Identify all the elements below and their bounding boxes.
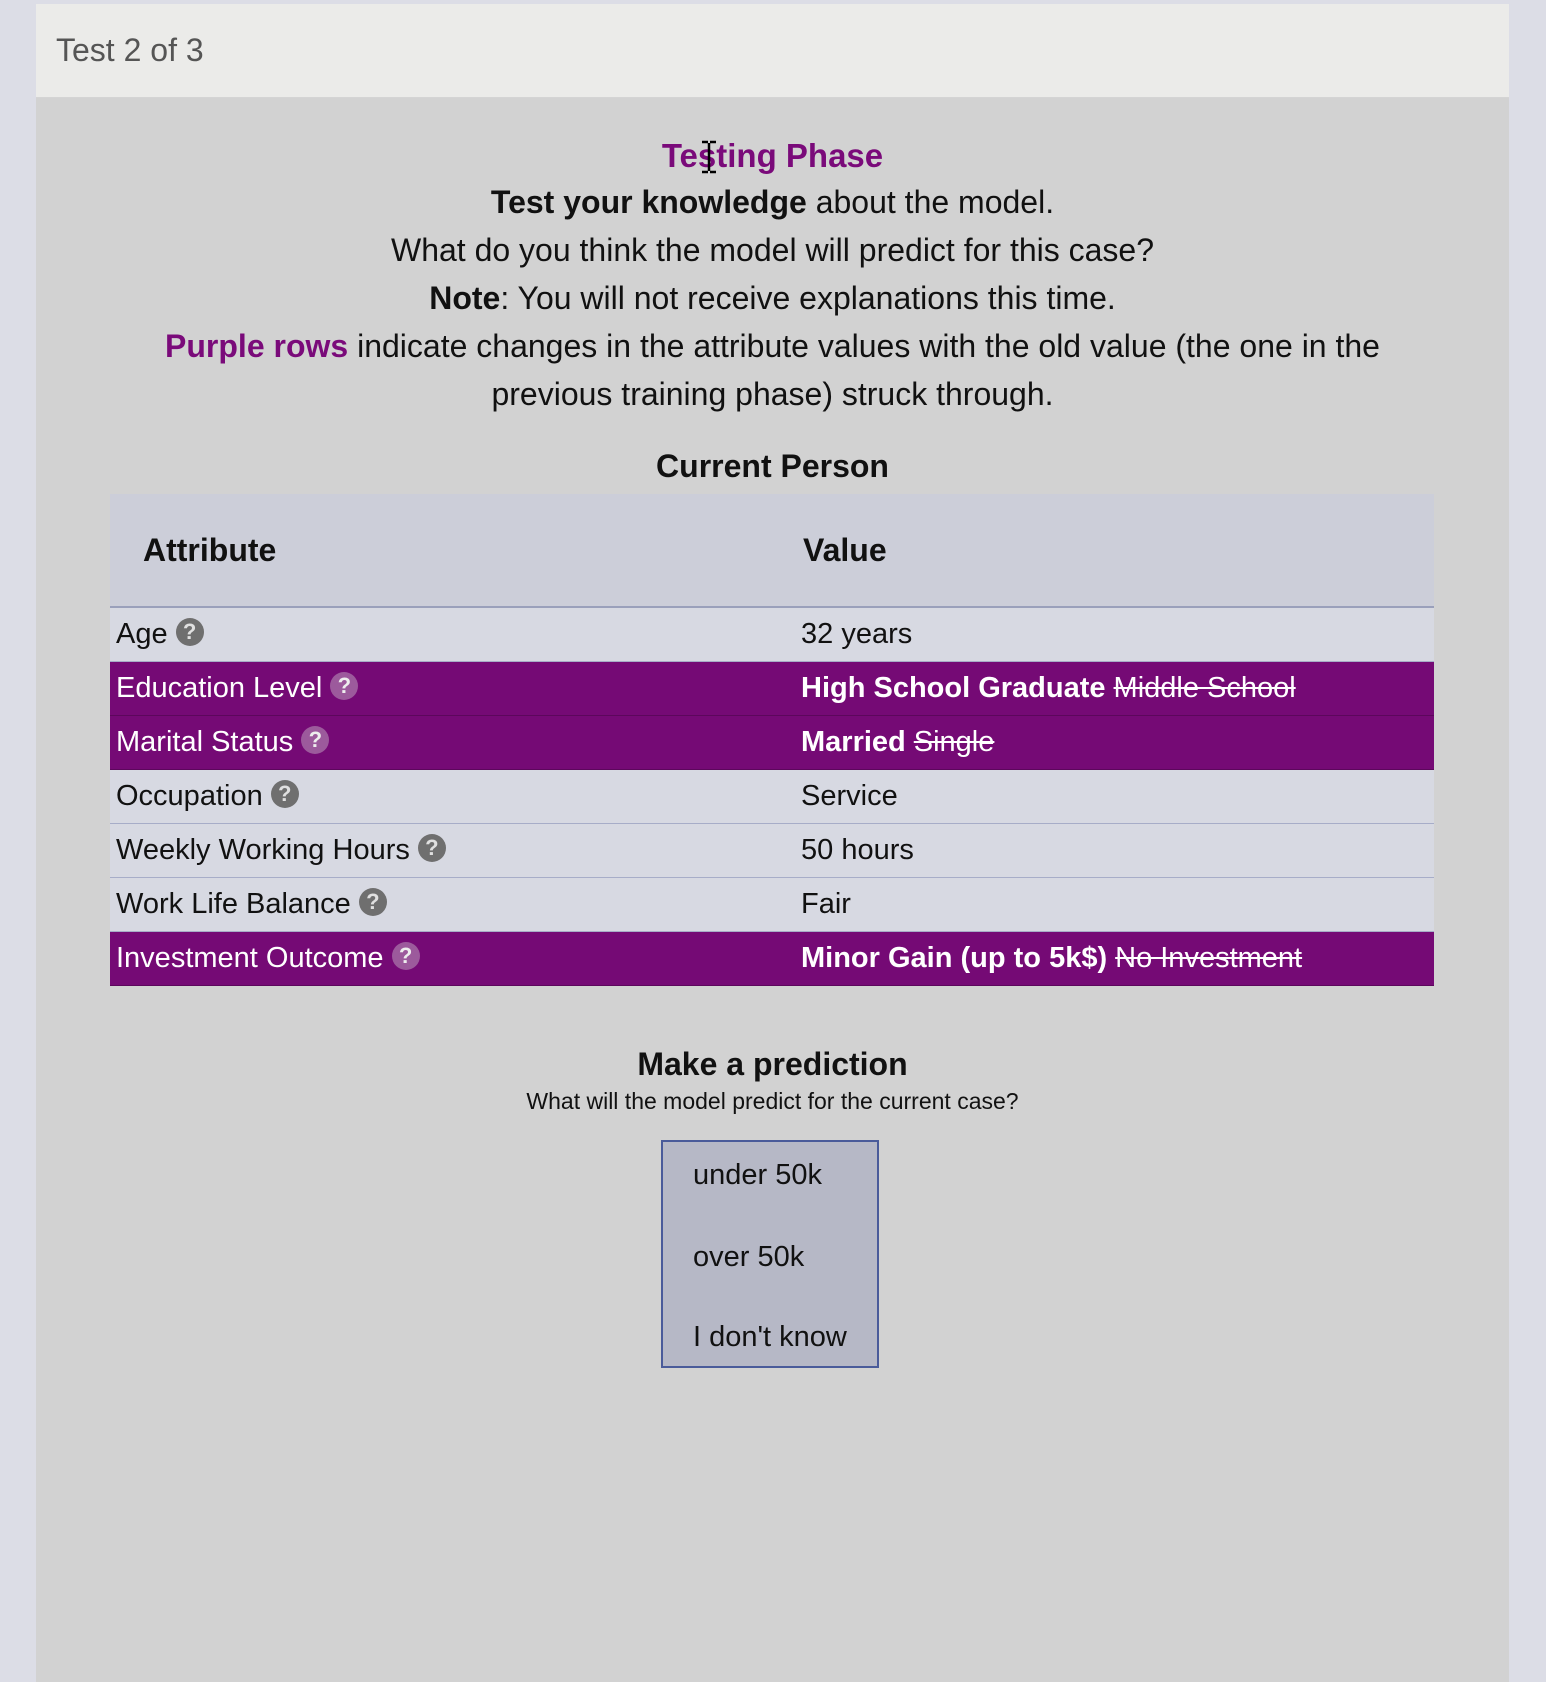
table-header-row: Attribute Value xyxy=(110,494,1434,608)
instruction-line-1: Test your knowledge about the model. xyxy=(36,178,1509,226)
option-over-50k[interactable]: over 50k xyxy=(663,1222,877,1302)
prediction-section: Make a prediction What will the model pr… xyxy=(36,1044,1509,1118)
current-value: 32 years xyxy=(801,618,913,650)
help-icon[interactable]: ? xyxy=(330,672,359,701)
current-value: High School Graduate xyxy=(801,672,1106,704)
current-value: 50 hours xyxy=(801,834,914,866)
current-value: Fair xyxy=(801,888,851,920)
attribute-cell: Investment Outcome? xyxy=(110,931,773,986)
value-cell: Married Single xyxy=(773,715,1434,770)
table-row: Marital Status? Married Single xyxy=(110,715,1434,770)
table-row: Work Life Balance? Fair xyxy=(110,877,1434,932)
value-cell: High School Graduate Middle School xyxy=(773,661,1434,716)
table-row: Education Level? High School Graduate Midd… xyxy=(110,661,1434,716)
instruction-text: about the model. xyxy=(806,184,1055,220)
note-label: Note xyxy=(429,280,501,316)
text-cursor-icon xyxy=(702,140,716,174)
current-value: Service xyxy=(801,780,898,812)
panel-header: Test 2 of 3 xyxy=(36,4,1509,98)
attribute-label: Weekly Working Hours xyxy=(116,834,410,866)
prediction-title: Make a prediction xyxy=(637,1046,908,1082)
attribute-cell: Weekly Working Hours? xyxy=(110,823,773,878)
attribute-table: Attribute Value Age? 32 years Education Le… xyxy=(110,494,1434,986)
prediction-subtitle: What will the model predict for the curr… xyxy=(526,1088,1019,1114)
value-column-header: Value xyxy=(773,494,1434,608)
value-cell: Service xyxy=(773,769,1434,824)
instruction-line-3: Note: You will not receive explanations … xyxy=(36,274,1509,322)
old-value: No Investment xyxy=(1115,942,1303,974)
attribute-label: Work Life Balance xyxy=(116,888,351,920)
attribute-label: Education Level xyxy=(116,672,323,704)
attribute-cell: Work Life Balance? xyxy=(110,877,773,932)
table-row: Occupation? Service xyxy=(110,769,1434,824)
instructions: Testing Phase Test your knowledge about … xyxy=(36,134,1509,418)
attribute-cell: Education Level? xyxy=(110,661,773,716)
help-icon[interactable]: ? xyxy=(301,726,330,755)
value-cell: Minor Gain (up to 5k$) No Investment xyxy=(773,931,1434,986)
phase-heading: Testing Phase xyxy=(661,137,884,174)
purple-rows-text: indicate changes in the attribute values… xyxy=(348,328,1380,412)
current-value: Minor Gain (up to 5k$) xyxy=(801,942,1108,974)
main-panel: Test 2 of 3 Testing Phase Test your know… xyxy=(36,4,1509,1682)
help-icon[interactable]: ? xyxy=(417,834,446,863)
help-icon[interactable]: ? xyxy=(270,780,299,809)
attribute-cell: Occupation? xyxy=(110,769,773,824)
value-cell: 50 hours xyxy=(773,823,1434,878)
old-value: Middle School xyxy=(1113,672,1296,704)
attribute-label: Marital Status xyxy=(116,726,294,758)
current-value: Married xyxy=(801,726,906,758)
instruction-line-4: Purple rows indicate changes in the attr… xyxy=(36,322,1509,418)
table-row: Investment Outcome? Minor Gain (up to 5k$… xyxy=(110,931,1434,986)
current-person-title: Current Person xyxy=(656,448,889,484)
value-cell: 32 years xyxy=(773,607,1434,662)
attribute-cell: Age? xyxy=(110,607,773,662)
help-icon[interactable]: ? xyxy=(391,942,420,971)
value-cell: Fair xyxy=(773,877,1434,932)
attribute-label: Occupation xyxy=(116,780,263,812)
table-row: Weekly Working Hours? 50 hours xyxy=(110,823,1434,878)
attribute-label: Investment Outcome xyxy=(116,942,384,974)
table-row: Age? 32 years xyxy=(110,607,1434,662)
test-progress-title: Test 2 of 3 xyxy=(56,32,204,68)
instruction-line-2: What do you think the model will predict… xyxy=(390,232,1155,268)
help-icon[interactable]: ? xyxy=(358,888,387,917)
note-text: : You will not receive explanations this… xyxy=(500,280,1116,316)
option-under-50k[interactable]: under 50k xyxy=(663,1142,877,1222)
option-dont-know[interactable]: I don't know xyxy=(663,1302,877,1382)
help-icon[interactable]: ? xyxy=(175,618,204,647)
attribute-cell: Marital Status? xyxy=(110,715,773,770)
attribute-label: Age xyxy=(116,618,168,650)
attribute-column-header: Attribute xyxy=(110,494,773,608)
purple-rows-label: Purple rows xyxy=(165,328,349,364)
instruction-emphasis: Test your knowledge xyxy=(490,184,807,220)
old-value: Single xyxy=(913,726,995,758)
prediction-options: under 50k over 50k I don't know xyxy=(661,1140,879,1368)
